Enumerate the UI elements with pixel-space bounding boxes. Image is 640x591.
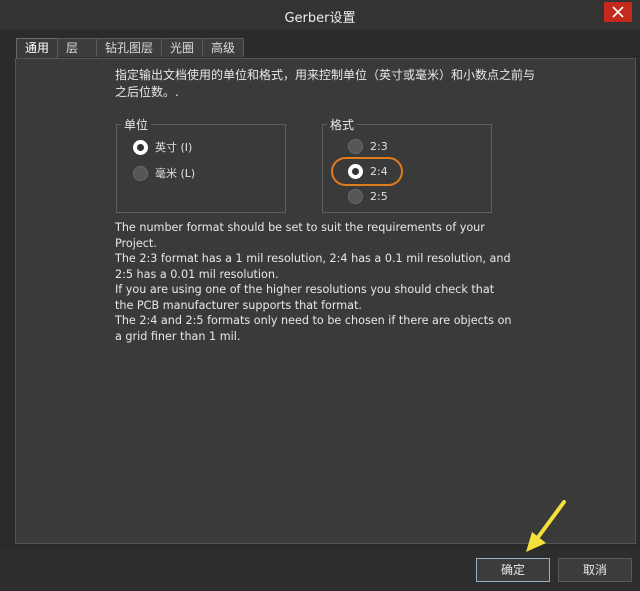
radio-millimeters[interactable]: 毫米 (L) — [133, 165, 195, 181]
cancel-button[interactable]: 取消 — [558, 558, 632, 582]
close-icon — [612, 6, 624, 18]
units-group: 单位 英寸 (I) 毫米 (L) — [116, 116, 286, 213]
tab-drill-drawing[interactable]: 钻孔图层 — [96, 38, 163, 57]
radio-format-2-5-control[interactable] — [348, 189, 363, 204]
pointer-arrow-icon — [526, 500, 566, 552]
dialog-footer: 确定 取消 — [0, 550, 640, 591]
tab-layers[interactable]: 层 — [57, 38, 98, 57]
radio-format-2-5-label: 2:5 — [370, 190, 388, 203]
radio-millimeters-label: 毫米 (L) — [155, 167, 196, 180]
dialog-body: 通用 层 钻孔图层 光圈 高级 指定输出文档使用的单位和格式，用来控制单位（英寸… — [8, 38, 636, 550]
title-bar: Gerber设置 — [0, 0, 640, 30]
radio-format-2-3[interactable]: 2:3 — [348, 139, 388, 154]
tab-advanced[interactable]: 高级 — [202, 38, 245, 57]
general-panel: 指定输出文档使用的单位和格式，用来控制单位（英寸或毫米）和小数点之前与之后位数。… — [15, 58, 636, 544]
close-button[interactable] — [604, 2, 632, 22]
ok-button[interactable]: 确定 — [476, 558, 550, 582]
radio-millimeters-control[interactable] — [133, 165, 148, 181]
radio-format-2-3-label: 2:3 — [370, 140, 388, 153]
radio-format-2-5[interactable]: 2:5 — [348, 189, 388, 204]
radio-inches-label: 英寸 (I) — [155, 141, 193, 154]
radio-inches[interactable]: 英寸 (I) — [133, 139, 192, 155]
tab-general[interactable]: 通用 — [16, 38, 59, 59]
radio-format-2-3-control[interactable] — [348, 139, 363, 154]
format-group-label: 格式 — [327, 116, 358, 133]
format-group: 格式 2:3 2:4 2:5 — [322, 116, 492, 213]
format-info-text: The number format should be set to suit … — [115, 221, 512, 343]
tab-bar: 通用 层 钻孔图层 光圈 高级 — [16, 38, 245, 59]
tab-apertures[interactable]: 光圈 — [161, 38, 204, 57]
window-title: Gerber设置 — [284, 11, 356, 26]
format-highlight-ring — [331, 157, 403, 186]
description-text: 指定输出文档使用的单位和格式，用来控制单位（英寸或毫米）和小数点之前与之后位数。… — [115, 68, 536, 99]
units-group-label: 单位 — [121, 116, 152, 133]
radio-inches-control[interactable] — [133, 139, 148, 155]
